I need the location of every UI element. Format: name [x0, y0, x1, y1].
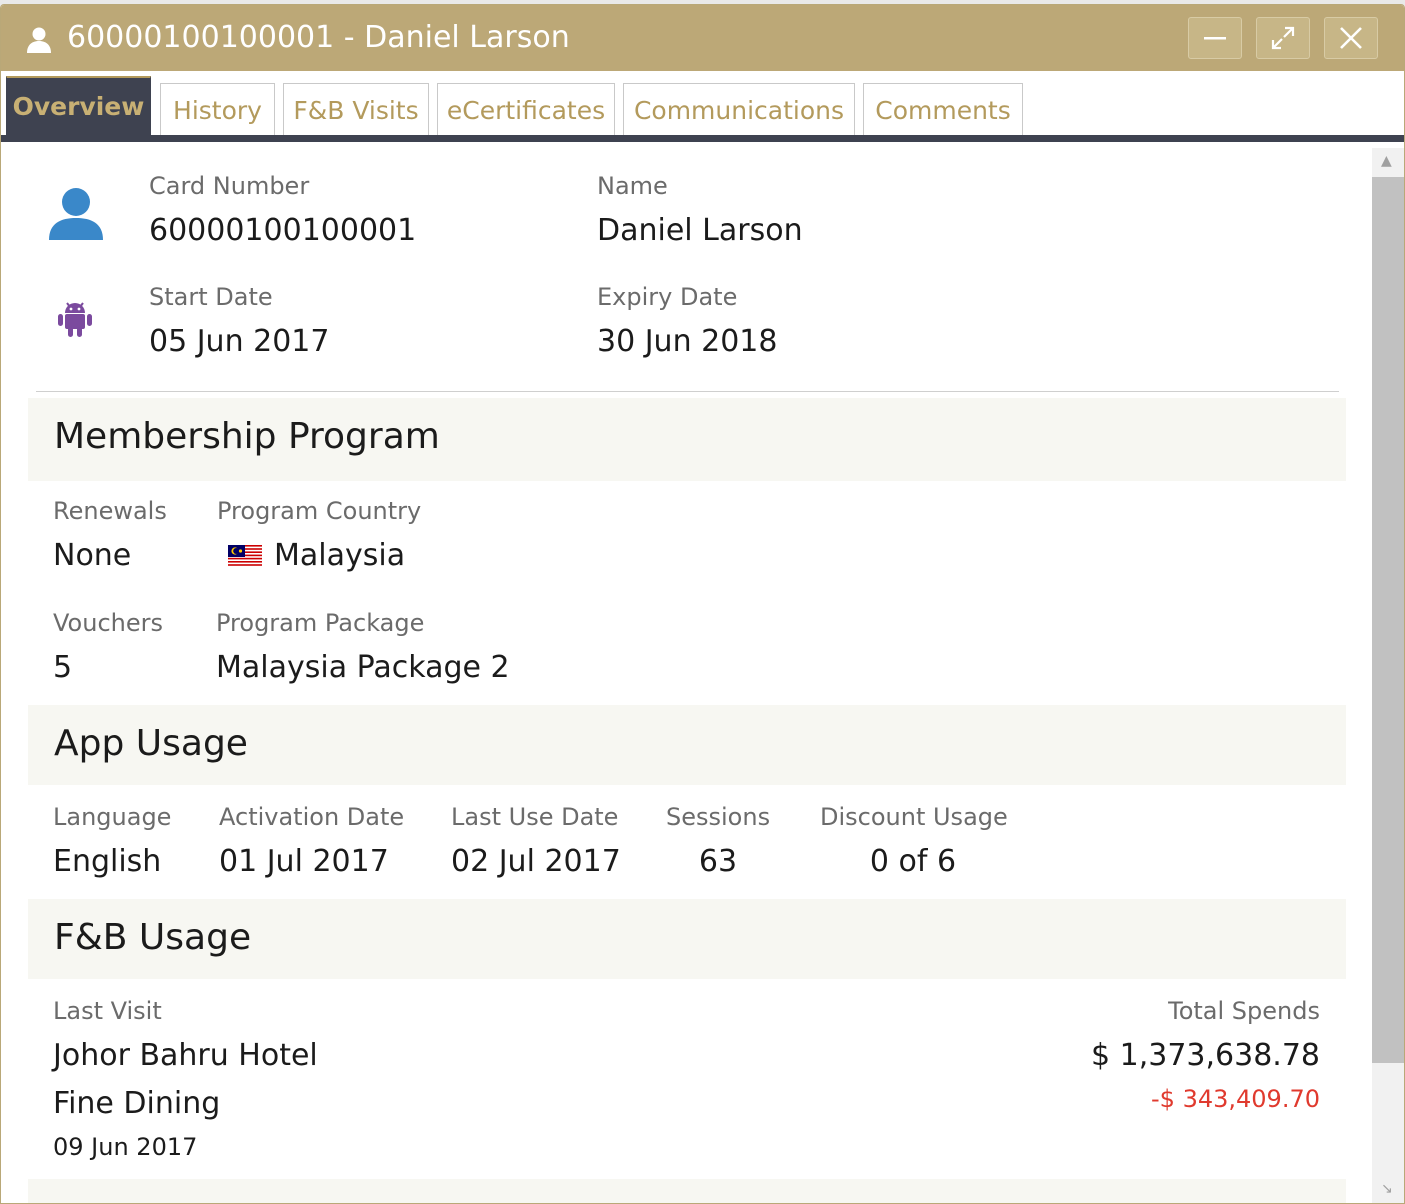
- app-usage-section-header: App Usage: [28, 705, 1346, 785]
- activation-date-label: Activation Date: [219, 803, 405, 831]
- maximize-button[interactable]: [1256, 17, 1310, 59]
- fb-usage-section-header: F&B Usage: [28, 899, 1346, 979]
- name-label: Name: [597, 172, 668, 200]
- header-divider: [36, 391, 1339, 392]
- discount-usage-label: Discount Usage: [820, 803, 1008, 831]
- discount-usage-value: 0 of 6: [869, 844, 957, 879]
- tab-ecertificates[interactable]: eCertificates: [437, 83, 615, 137]
- program-package-value: Malaysia Package 2: [216, 650, 510, 685]
- resize-grip-icon[interactable]: ↘: [1381, 1181, 1393, 1197]
- tab-history[interactable]: History: [160, 83, 275, 137]
- sessions-label: Sessions: [666, 803, 771, 831]
- tab-fb-visits[interactable]: F&B Visits: [283, 83, 429, 137]
- card-number-value: 60000100100001: [149, 213, 417, 248]
- minimize-icon: [1204, 37, 1226, 40]
- name-value: Daniel Larson: [597, 213, 803, 248]
- dialog-titlebar[interactable]: 60000100100001 - Daniel Larson: [1, 5, 1404, 71]
- expiry-date-value: 30 Jun 2018: [597, 324, 778, 359]
- last-visit-hotel: Johor Bahru Hotel: [53, 1038, 318, 1073]
- activation-date-value: 01 Jul 2017: [219, 844, 389, 879]
- start-date-label: Start Date: [149, 283, 273, 311]
- vouchers-value: 5: [53, 650, 73, 685]
- next-section-header: [28, 1179, 1346, 1203]
- user-icon: [27, 27, 51, 53]
- last-visit-date: 09 Jun 2017: [53, 1133, 198, 1161]
- program-package-label: Program Package: [216, 609, 425, 637]
- language-label: Language: [53, 803, 172, 831]
- tab-comments[interactable]: Comments: [863, 83, 1023, 137]
- renewals-value: None: [53, 538, 132, 573]
- last-use-date-label: Last Use Date: [451, 803, 619, 831]
- malaysia-flag-icon: [228, 545, 262, 567]
- sessions-value: 63: [698, 844, 738, 879]
- vouchers-label: Vouchers: [53, 609, 163, 637]
- tab-underline: [1, 135, 1404, 142]
- tab-communications[interactable]: Communications: [623, 83, 855, 137]
- card-number-label: Card Number: [149, 172, 310, 200]
- app-usage-title: App Usage: [54, 723, 248, 764]
- tab-bar: Overview History F&B Visits eCertificate…: [1, 71, 1404, 142]
- program-country-value: Malaysia: [274, 538, 406, 573]
- total-spends-value: $ 1,373,638.78: [1090, 1038, 1320, 1073]
- start-date-value: 05 Jun 2017: [149, 324, 330, 359]
- renewals-label: Renewals: [53, 497, 167, 525]
- minimize-button[interactable]: [1188, 17, 1242, 59]
- scrollbar-thumb[interactable]: [1372, 177, 1404, 1063]
- total-discount-value: -$ 343,409.70: [1151, 1085, 1320, 1113]
- last-visit-label: Last Visit: [53, 997, 162, 1025]
- expiry-date-label: Expiry Date: [597, 283, 738, 311]
- member-dialog: 60000100100001 - Daniel Larson Overview …: [0, 4, 1405, 1204]
- total-spends-label: Total Spends: [1168, 997, 1320, 1025]
- membership-section-header: Membership Program: [28, 398, 1346, 481]
- tab-overview[interactable]: Overview: [6, 76, 151, 137]
- dialog-title: 60000100100001 - Daniel Larson: [67, 20, 570, 55]
- language-value: English: [53, 844, 162, 879]
- program-country-label: Program Country: [217, 497, 422, 525]
- membership-title: Membership Program: [54, 416, 440, 457]
- expand-icon: [1271, 26, 1295, 50]
- member-user-icon: [49, 188, 103, 240]
- scroll-up-icon[interactable]: ▲: [1381, 153, 1392, 169]
- last-visit-outlet: Fine Dining: [53, 1086, 221, 1121]
- last-use-date-value: 02 Jul 2017: [451, 844, 621, 879]
- fb-usage-title: F&B Usage: [54, 917, 252, 958]
- android-icon: [58, 302, 92, 337]
- close-icon: [1340, 27, 1362, 49]
- close-button[interactable]: [1324, 17, 1378, 59]
